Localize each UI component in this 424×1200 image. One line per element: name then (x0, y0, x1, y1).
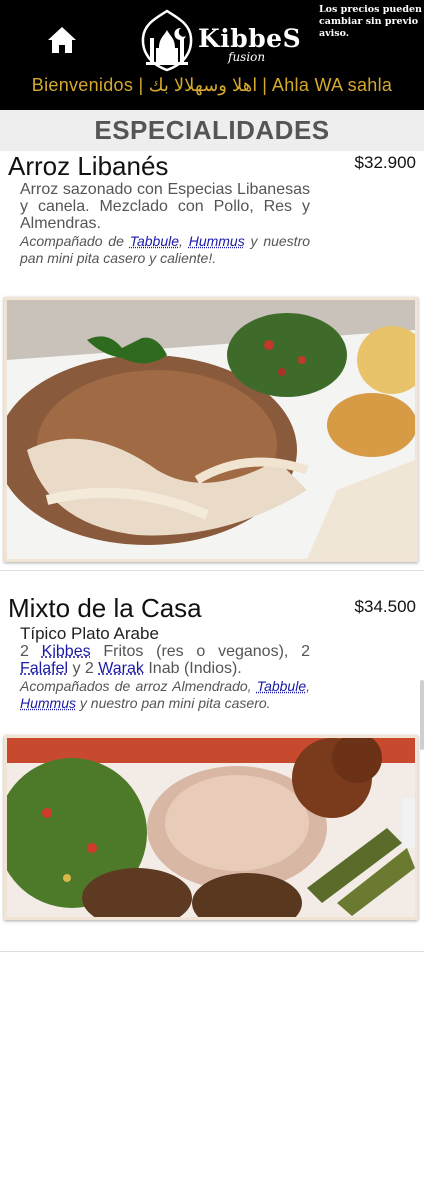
accompaniment-text: , (306, 678, 310, 694)
link-hummus[interactable]: Hummus (189, 233, 245, 249)
section-title: ESPECIALIDADES (0, 110, 424, 151)
dish-card-arroz-libanes: Arroz Libanés $32.900 Arroz sazonado con… (0, 151, 424, 571)
mosque-logo-icon (141, 9, 193, 72)
link-tabbule[interactable]: Tabbule (257, 678, 306, 694)
accompaniment-text: , (179, 233, 189, 249)
dish-photo (4, 297, 418, 562)
description-text: y 2 (68, 660, 99, 677)
link-hummus[interactable]: Hummus (20, 695, 76, 711)
dish-name: Mixto de la Casa (8, 593, 202, 623)
price-notice: Los precios pueden cambiar sin previo av… (319, 4, 422, 39)
accompaniment-text: y nuestro pan mini pita casero. (76, 695, 271, 711)
dish-description: Arroz sazonado con Especias Libanesas y … (20, 181, 310, 232)
home-icon[interactable] (44, 22, 80, 58)
dish-description: 2 Kibbes Fritos (res o veganos), 2 Falaf… (20, 643, 310, 677)
dish-name: Arroz Libanés (8, 151, 169, 181)
dish-tagline: Típico Plato Arabe (20, 624, 159, 643)
link-warak[interactable]: Warak (98, 660, 144, 677)
description-text: Fritos (res o veganos), 2 (90, 643, 311, 660)
dish-card-mixto-de-la-casa: Mixto de la Casa $34.500 Típico Plato Ar… (0, 583, 424, 952)
link-tabbule[interactable]: Tabbule (130, 233, 179, 249)
dish-accompaniment: Acompañado de Tabbule, Hummus y nuestro … (20, 233, 310, 267)
link-falafel[interactable]: Falafel (20, 660, 68, 677)
dish-accompaniment: Acompañados de arroz Almendrado, Tabbule… (20, 678, 310, 712)
logo[interactable]: KibbeS fusion (136, 8, 301, 74)
welcome-banner: Bienvenidos | اهلا وسهلالا بك | Ahla WA … (31, 75, 393, 95)
dish-price: $32.900 (354, 153, 416, 172)
description-text: Inab (Indios). (143, 660, 242, 677)
header: KibbeS fusion Los precios pueden cambiar… (0, 0, 424, 110)
description-text: 2 (20, 643, 42, 660)
dish-price: $34.500 (354, 597, 416, 616)
accompaniment-text: Acompañado de (20, 233, 130, 249)
accompaniment-text: Acompañados de arroz Almendrado, (20, 678, 257, 694)
link-kibbes[interactable]: Kibbes (42, 643, 91, 660)
scrollbar-thumb[interactable] (420, 680, 424, 750)
logo-subtitle: fusion (228, 50, 266, 64)
logo-name: KibbeS (198, 24, 302, 53)
dish-photo (4, 735, 418, 920)
